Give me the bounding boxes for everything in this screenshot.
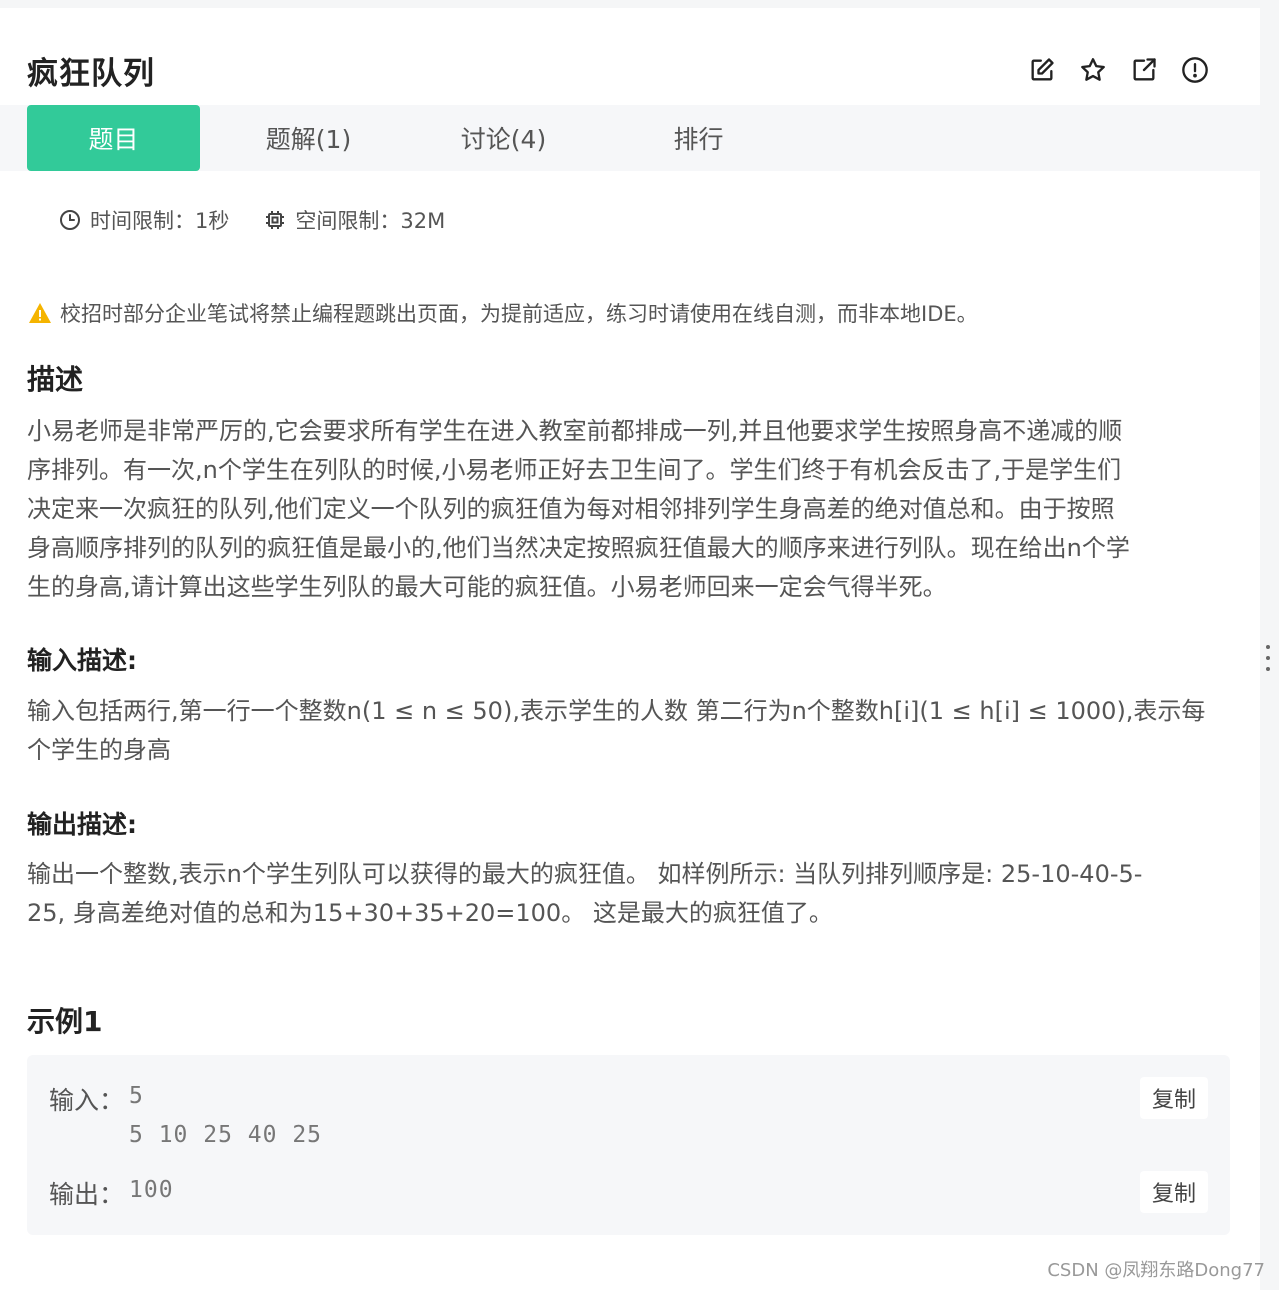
input-desc-heading: 输入描述: [27,646,137,675]
description-text: 小易老师是非常严厉的,它会要求所有学生在进入教室前都排成一列,并且他要求学生按照… [27,412,1237,607]
copy-input-button[interactable]: 复制 [1140,1077,1208,1119]
edit-button[interactable] [1026,54,1057,85]
input-desc-text: 输入包括两行,第一行一个整数n(1 ≤ n ≤ 50),表示学生的人数 第二行为… [27,692,1237,770]
description-line: 小易老师是非常严厉的,它会要求所有学生在进入教室前都排成一列,并且他要求学生按照… [27,417,1123,445]
chip-icon [266,211,285,229]
star-icon [1080,57,1105,81]
report-button[interactable] [1179,54,1210,85]
open-external-button[interactable] [1128,54,1159,85]
output-desc-heading: 输出描述: [27,810,137,839]
example-heading: 示例1 [27,1005,103,1038]
alert-circle-icon [1181,56,1208,83]
example-input-label: 输入： [49,1086,125,1115]
tab-bar: 题目 题解(1) 讨论(4) 排行 [0,105,1260,171]
input-desc-line: 输入包括两行,第一行一个整数n(1 ≤ n ≤ 50),表示学生的人数 第二行为… [27,697,1206,725]
external-link-icon [1133,57,1156,81]
tab-discussion[interactable]: 讨论(4) [417,105,590,171]
action-bar [1026,54,1210,85]
description-line: 身高顺序排列的队列的疯狂值是最小的,他们当然决定按照疯狂值最大的顺序来进行列队。… [27,534,1130,562]
panel-resize-handle[interactable] [1266,645,1272,678]
page-title: 疯狂队列 [27,56,155,92]
example-box: 输入： 5 5 10 25 40 25 复制 输出： 100 复制 [27,1055,1230,1235]
watermark: CSDN @凤翔东路Dong77 [1047,1260,1265,1281]
output-desc-line: 25, 身高差绝对值的总和为15+30+35+20=100。 这是最大的疯狂值了… [27,899,833,927]
tab-problem[interactable]: 题目 [27,105,200,171]
example-input-line: 5 [129,1083,144,1109]
tab-ranking[interactable]: 排行 [612,105,785,171]
space-limit-text: 空间限制：32M [295,209,446,233]
edit-icon [1031,57,1054,81]
output-desc-line: 输出一个整数,表示n个学生列队可以获得的最大的疯狂值。 如样例所示: 当队列排列… [27,860,1143,888]
example-input-line: 5 10 25 40 25 [129,1122,323,1148]
description-heading: 描述 [27,363,84,396]
time-limit-text: 时间限制：1秒 [90,209,230,233]
notice-text: 校招时部分企业笔试将禁止编程题跳出页面，为提前适应，练习时请使用在线自测，而非本… [60,302,978,326]
output-desc-text: 输出一个整数,表示n个学生列队可以获得的最大的疯狂值。 如样例所示: 当队列排列… [27,855,1237,933]
example-output-value: 100 [129,1177,174,1203]
description-line: 生的身高,请计算出这些学生列队的最大可能的疯狂值。小易老师回来一定会气得半死。 [27,573,947,601]
input-desc-line: 个学生的身高 [27,736,171,764]
tab-solutions[interactable]: 题解(1) [222,105,395,171]
copy-output-button[interactable]: 复制 [1140,1171,1208,1213]
clock-icon [60,210,80,230]
space-limit: 空间限制：32M [263,205,445,235]
limits-row: 时间限制：1秒 空间限制：32M [58,205,479,235]
time-limit: 时间限制：1秒 [58,205,229,235]
exam-notice: 校招时部分企业笔试将禁止编程题跳出页面，为提前适应，练习时请使用在线自测，而非本… [28,298,978,328]
problem-card: 疯狂队列 题目 题解(1) 讨论(4) 排行 时间限制：1秒 空间限制：32M … [0,8,1260,1290]
description-line: 序排列。有一次,n个学生在列队的时候,小易老师正好去卫生间了。学生们终于有机会反… [27,456,1122,484]
description-line: 决定来一次疯狂的队列,他们定义一个队列的疯狂值为每对相邻排列学生身高差的绝对值总… [27,495,1115,523]
warning-icon [29,303,51,323]
favorite-button[interactable] [1077,54,1108,85]
example-output-label: 输出： [49,1180,125,1209]
